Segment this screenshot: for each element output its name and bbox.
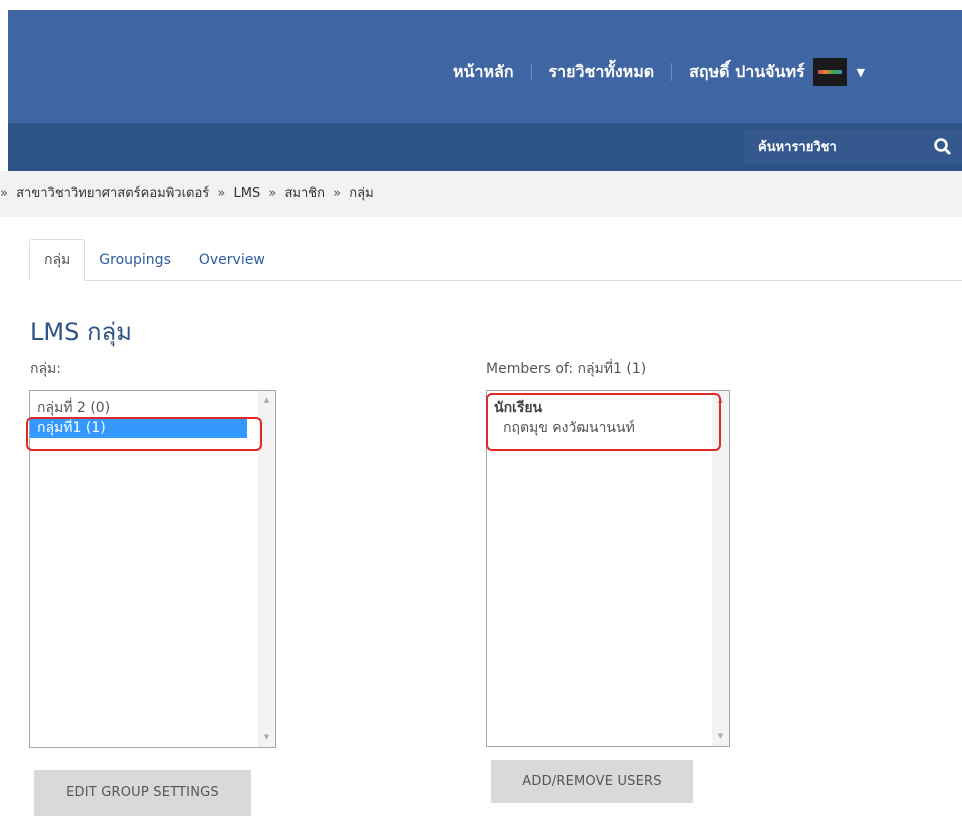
avatar-logo: [817, 70, 842, 74]
highlight-members: [486, 393, 721, 451]
breadcrumb-separator: »: [268, 186, 277, 201]
breadcrumb-separator: »: [0, 186, 8, 201]
group-option[interactable]: กลุ่มที่ 2 (0): [30, 398, 275, 418]
search-button[interactable]: [922, 130, 962, 164]
tab-groups[interactable]: กลุ่ม: [29, 239, 86, 281]
nav-divider: [530, 63, 532, 81]
course-search-input[interactable]: [744, 130, 914, 164]
scroll-up-icon[interactable]: ▲: [258, 393, 275, 408]
breadcrumb-separator: »: [333, 186, 342, 201]
groups-label: กลุ่ม:: [30, 361, 62, 377]
scroll-down-icon[interactable]: ▼: [712, 729, 729, 744]
breadcrumb-separator: »: [217, 186, 226, 201]
edit-group-settings-button[interactable]: EDIT GROUP SETTINGS: [34, 770, 251, 816]
user-menu-caret-icon[interactable]: ▼: [857, 66, 865, 79]
avatar[interactable]: [812, 58, 847, 86]
top-navbar: หน้าหลัก รายวิชาทั้งหมด สฤษดิ์ ปานจันทร์…: [8, 10, 962, 123]
course-search: [744, 130, 962, 164]
nav-divider: [671, 63, 673, 81]
nav-home-link[interactable]: หน้าหลัก: [453, 60, 514, 85]
nav-all-courses-link[interactable]: รายวิชาทั้งหมด: [549, 60, 655, 85]
search-bar: [8, 123, 962, 171]
tab-groupings[interactable]: Groupings: [85, 240, 185, 280]
breadcrumb-item-department[interactable]: สาขาวิชาวิทยาศาสตร์คอมพิวเตอร์: [16, 186, 209, 201]
main-nav: หน้าหลัก รายวิชาทั้งหมด สฤษดิ์ ปานจันทร์…: [453, 58, 865, 86]
tab-overview[interactable]: Overview: [185, 240, 279, 280]
user-name-link[interactable]: สฤษดิ์ ปานจันทร์: [689, 60, 805, 85]
page-title: LMS กลุ่ม: [30, 318, 132, 346]
breadcrumb-item-members[interactable]: สมาชิก: [285, 186, 326, 201]
members-label: Members of: กลุ่มที่1 (1): [486, 361, 647, 377]
search-icon: [934, 138, 951, 155]
add-remove-users-button[interactable]: ADD/REMOVE USERS: [491, 760, 693, 803]
breadcrumb: » สาขาวิชาวิทยาศาสตร์คอมพิวเตอร์ » LMS »…: [0, 171, 962, 217]
group-tabs: กลุ่ม Groupings Overview: [29, 239, 962, 281]
breadcrumb-item-course[interactable]: LMS: [234, 186, 261, 201]
scroll-down-icon[interactable]: ▼: [258, 730, 275, 745]
breadcrumb-item-groups[interactable]: กลุ่ม: [349, 186, 373, 201]
highlight-selected-group: [26, 417, 262, 451]
